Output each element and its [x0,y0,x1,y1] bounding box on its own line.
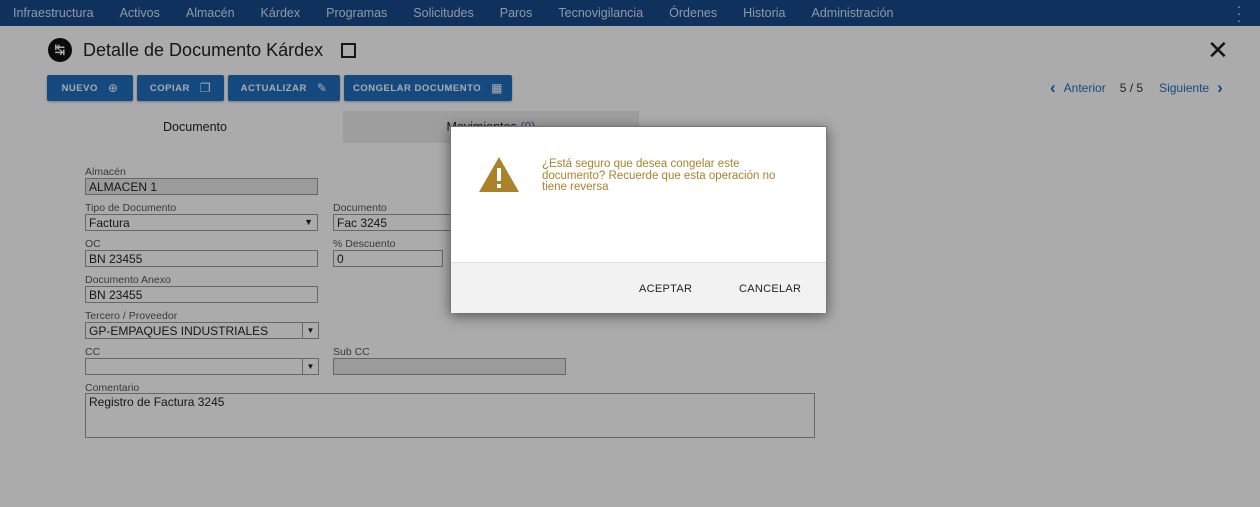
dialog-message: ¿Está seguro que desea congelar este doc… [542,158,776,193]
dialog-footer: ACEPTAR CANCELAR [451,262,826,313]
aceptar-button[interactable]: ACEPTAR [639,283,692,295]
confirm-freeze-dialog: ¿Está seguro que desea congelar este doc… [450,126,827,313]
dialog-body: ¿Está seguro que desea congelar este doc… [451,127,826,262]
cancelar-button[interactable]: CANCELAR [739,283,801,295]
warning-icon [479,157,519,192]
